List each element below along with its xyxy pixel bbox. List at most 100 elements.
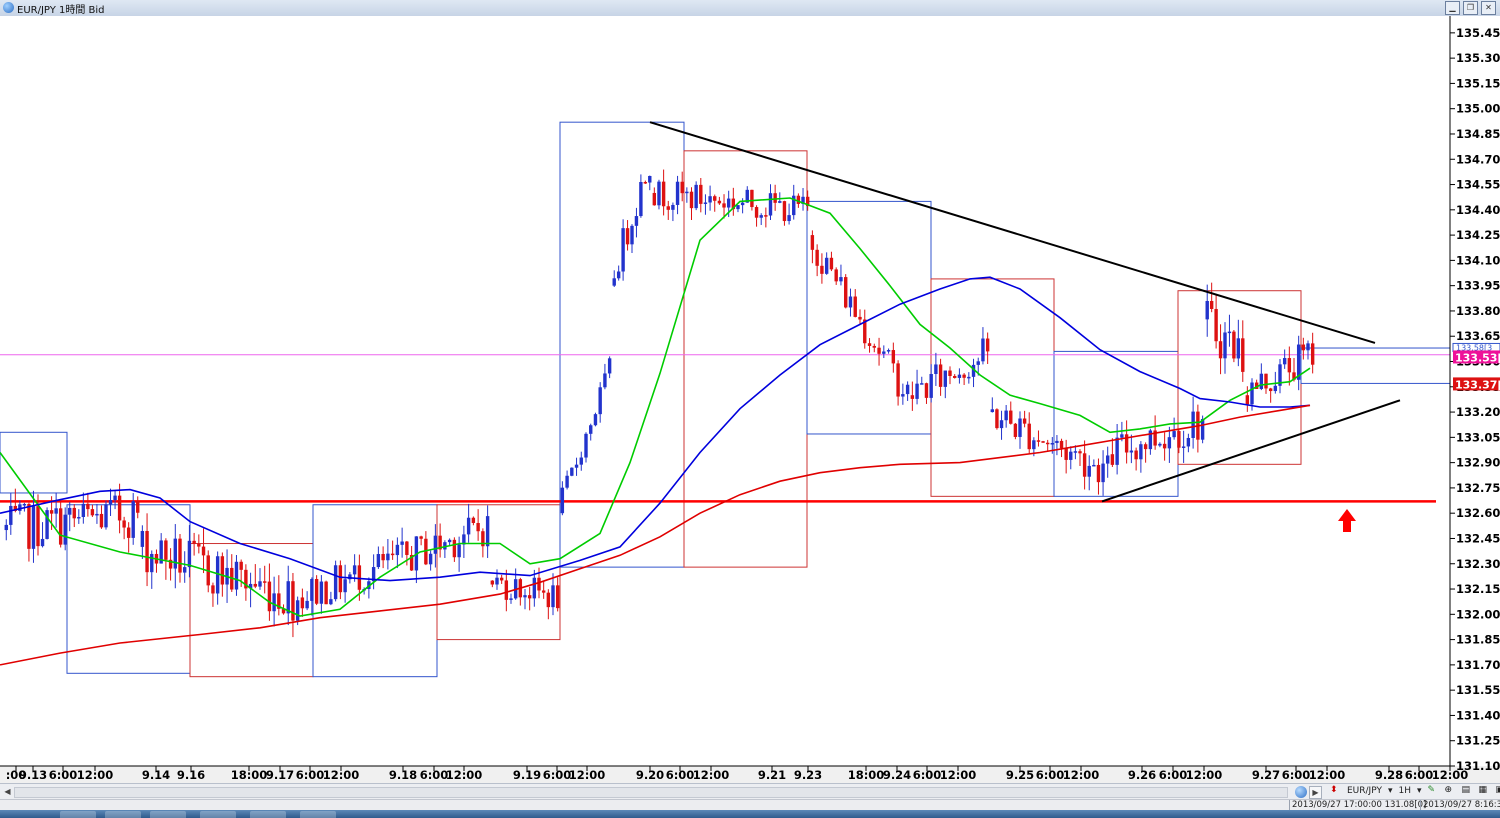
candle-body — [815, 249, 819, 266]
candle-body — [1191, 411, 1195, 438]
candle-body — [778, 201, 782, 203]
candle-body — [1245, 395, 1250, 405]
candle-body — [381, 554, 385, 561]
candle-body — [1181, 446, 1186, 448]
scroll-left-icon[interactable]: ◀ — [2, 786, 13, 797]
candle-body — [183, 567, 187, 573]
candle-body — [117, 495, 122, 521]
candle-body — [187, 540, 192, 568]
candle-body — [981, 338, 985, 362]
time-tick-label: 18:00 — [231, 768, 268, 782]
draw-tool-icon[interactable]: ✎ — [1428, 785, 1439, 796]
candle-body — [509, 598, 513, 600]
price-tick-label: 134.85[0 — [1456, 127, 1500, 141]
candle-body — [666, 206, 670, 210]
candle-body — [68, 507, 72, 515]
grid-icon[interactable]: ▦ — [1479, 785, 1490, 796]
time-tick-label: 12:00 — [446, 768, 483, 782]
candle-body — [1134, 450, 1138, 460]
candle-body — [314, 579, 319, 604]
candle-body — [858, 316, 862, 320]
candle-body — [1214, 308, 1218, 342]
candle-body — [537, 577, 541, 591]
candle-body — [99, 513, 104, 528]
candle-body — [555, 585, 560, 609]
candle-body — [1205, 300, 1209, 320]
taskbar-button[interactable] — [300, 811, 336, 818]
candle-body — [201, 546, 206, 556]
candle-body — [1115, 437, 1119, 465]
indicator-icon[interactable]: ⬍ — [1330, 785, 1341, 796]
candle-body — [603, 373, 607, 388]
candle-body — [643, 182, 648, 184]
zoom-icon[interactable]: ⊕ — [1445, 785, 1456, 796]
candle-body — [810, 235, 815, 250]
candle-body — [291, 581, 295, 621]
time-tick-label: 6:00 — [1405, 768, 1434, 782]
candle-body — [1073, 451, 1078, 453]
current-price-tag: 133.53[3 — [1455, 351, 1500, 364]
candle-body — [113, 495, 117, 501]
price-tick-label: 135.30[0 — [1456, 51, 1500, 65]
taskbar-button[interactable] — [105, 811, 141, 818]
settings-icon[interactable]: ▤ — [1462, 785, 1473, 796]
time-tick-label: 6:00 — [543, 768, 572, 782]
candle-body — [1105, 455, 1110, 464]
candle-body — [630, 225, 634, 245]
restore-icon[interactable]: ❐ — [1463, 1, 1478, 15]
chart-scrollbar[interactable]: ◀ ▶ ⬍ EUR/JPY ▾ 1H ▾ ✎ ⊕ ▤ ▦ ▣ — [0, 783, 1500, 800]
time-tick-label: 6:00 — [1036, 768, 1065, 782]
candle-body — [220, 556, 225, 585]
time-tick-label: 9.23 — [794, 768, 822, 782]
window-titlebar: EUR/JPY 1時間 Bid ▁ ❐ ✕ — [0, 0, 1500, 17]
price-tick-label: 135.45[0 — [1456, 26, 1500, 40]
candle-body — [1241, 338, 1245, 372]
time-tick-label: 12:00 — [693, 768, 730, 782]
symbol-dropdown-icon[interactable]: ▾ — [1388, 786, 1393, 796]
timeframe-dropdown-icon[interactable]: ▾ — [1417, 786, 1422, 796]
taskbar-button[interactable] — [150, 811, 186, 818]
candle-body — [1223, 332, 1227, 359]
candle-body — [357, 565, 362, 590]
candle-body — [995, 409, 999, 429]
candle-body — [1139, 444, 1143, 460]
taskbar-button[interactable] — [250, 811, 286, 818]
price-tick-label: 133.95[0 — [1456, 279, 1500, 293]
candle-body — [1162, 443, 1167, 449]
candle-body — [1082, 453, 1087, 477]
candle-body — [796, 195, 801, 204]
candle-body — [962, 374, 966, 378]
price-chart[interactable]: 135.45[0 135.30[0 135.15[0 135.00[0 134.85[0… — [0, 16, 1500, 783]
price-tick-label: 131.85[0 — [1456, 633, 1500, 647]
candle-body — [598, 387, 602, 415]
price-tick-label: 134.70[0 — [1456, 152, 1500, 166]
candle-body — [967, 376, 971, 379]
scroll-track[interactable] — [14, 787, 1288, 798]
candle-body — [717, 200, 722, 204]
time-tick-label: 6:00 — [666, 768, 695, 782]
candle-body — [736, 205, 740, 210]
time-tick-label: 9.28 — [1375, 768, 1403, 782]
candle-body — [985, 338, 990, 352]
taskbar-button[interactable] — [200, 811, 236, 818]
candle-body — [131, 501, 135, 538]
globe-icon[interactable] — [1295, 786, 1307, 798]
candle-body — [419, 536, 423, 539]
close-icon[interactable]: ✕ — [1481, 1, 1496, 15]
candle-body — [300, 597, 305, 609]
candle-body — [943, 370, 947, 387]
symbol-select[interactable]: EUR/JPY — [1347, 786, 1382, 796]
taskbar-button[interactable] — [60, 811, 96, 818]
time-tick-label: 9.26 — [1128, 768, 1156, 782]
candle-body — [122, 520, 126, 528]
candle-body — [400, 541, 404, 545]
candle-body — [1018, 418, 1022, 437]
minimize-icon[interactable]: ▁ — [1445, 1, 1460, 15]
candle-body — [258, 581, 262, 587]
candle-body — [504, 580, 509, 600]
timeframe-select[interactable]: 1H — [1398, 786, 1411, 796]
print-icon[interactable]: ▣ — [1496, 785, 1500, 796]
candle-body — [639, 182, 643, 217]
time-tick-label: 12:00 — [1063, 768, 1100, 782]
scroll-right-icon[interactable]: ▶ — [1309, 786, 1322, 799]
